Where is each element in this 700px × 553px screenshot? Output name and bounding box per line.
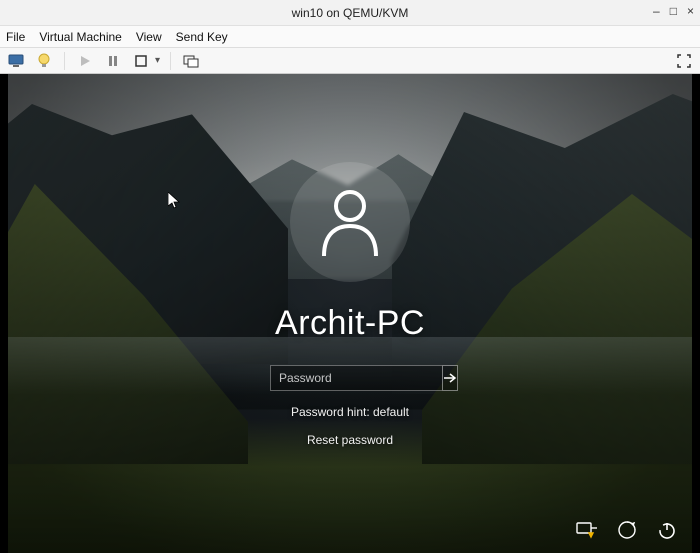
reset-password-link[interactable]: Reset password — [307, 433, 393, 447]
stop-dropdown-icon[interactable]: ▾ — [155, 55, 160, 66]
ease-of-access-icon[interactable] — [616, 519, 638, 541]
window-maximize-button[interactable]: □ — [670, 4, 677, 18]
window-minimize-button[interactable]: – — [653, 4, 660, 18]
monitor-icon[interactable] — [6, 51, 26, 71]
user-icon — [318, 186, 382, 258]
password-input[interactable] — [270, 365, 442, 391]
menu-file[interactable]: File — [6, 30, 25, 44]
vm-toolbar: ▾ — [0, 48, 700, 74]
pause-icon[interactable] — [103, 51, 123, 71]
vm-menubar: File Virtual Machine View Send Key — [0, 26, 700, 48]
toolbar-separator — [64, 52, 65, 70]
menu-virtual-machine[interactable]: Virtual Machine — [39, 30, 122, 44]
toolbar-separator — [170, 52, 171, 70]
stop-icon[interactable] — [131, 51, 151, 71]
username-label: Archit-PC — [275, 304, 425, 343]
password-row — [270, 365, 430, 391]
bulb-icon[interactable] — [34, 51, 54, 71]
user-avatar — [290, 162, 410, 282]
login-panel: Archit-PC Password hint: default Reset p… — [8, 162, 692, 447]
vm-window-titlebar: win10 on QEMU/KVM – □ × — [0, 0, 700, 26]
menu-view[interactable]: View — [136, 30, 162, 44]
lockscreen-corner-icons — [576, 519, 678, 541]
guest-display[interactable]: Archit-PC Password hint: default Reset p… — [0, 74, 700, 553]
fullscreen-icon[interactable] — [674, 51, 694, 71]
menu-send-key[interactable]: Send Key — [176, 30, 228, 44]
snapshot-icon[interactable] — [181, 51, 201, 71]
vm-window-title: win10 on QEMU/KVM — [292, 6, 409, 20]
power-icon[interactable] — [656, 519, 678, 541]
network-icon[interactable] — [576, 519, 598, 541]
arrow-right-icon — [443, 372, 457, 384]
window-close-button[interactable]: × — [687, 4, 694, 18]
password-hint-label: Password hint: default — [291, 405, 409, 419]
submit-button[interactable] — [442, 365, 458, 391]
play-icon[interactable] — [75, 51, 95, 71]
